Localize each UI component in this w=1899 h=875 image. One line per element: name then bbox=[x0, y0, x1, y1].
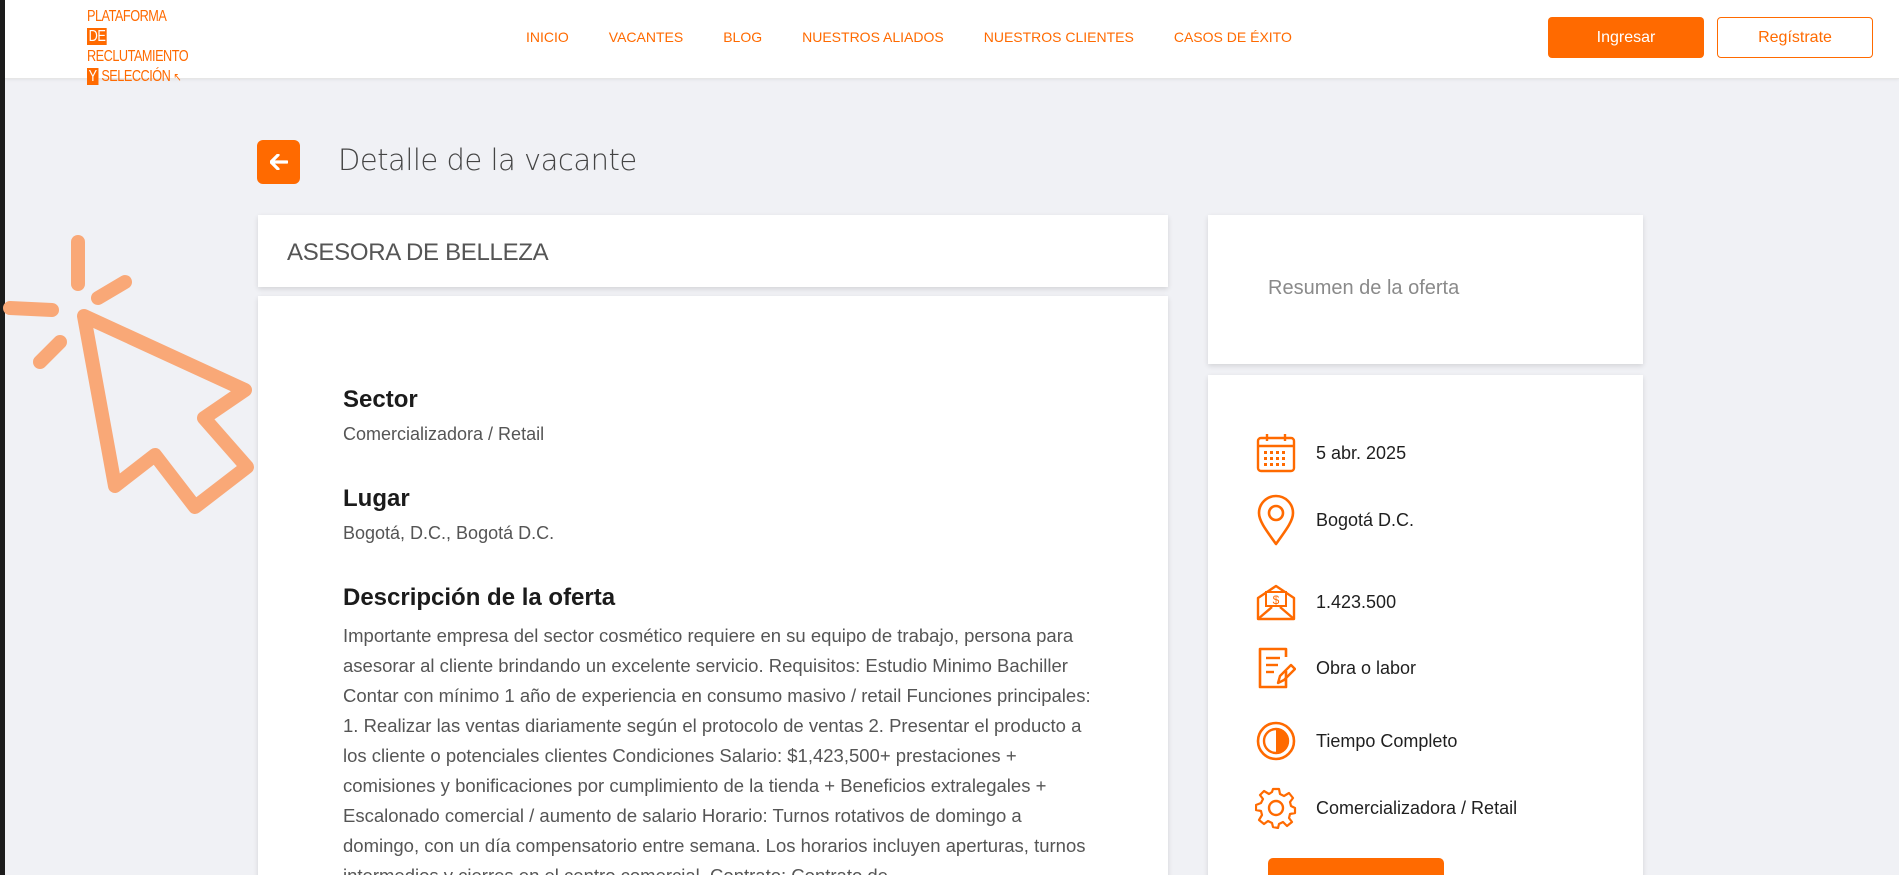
job-description: Importante empresa del sector cosmético … bbox=[343, 625, 1091, 875]
summary-card: Resumen de la oferta bbox=[1208, 215, 1643, 364]
svg-text:$: $ bbox=[1273, 593, 1280, 607]
location-value: Bogotá, D.C., Bogotá D.C. bbox=[343, 523, 555, 543]
logo-line-3-highlight: Y bbox=[87, 68, 99, 85]
logo-line-1-highlight: DE bbox=[87, 28, 107, 45]
click-cursor-icon bbox=[3, 235, 254, 514]
job-detail-card: Sector Comercializadora / Retail Lugar B… bbox=[258, 296, 1168, 875]
gear-icon bbox=[1254, 783, 1298, 833]
nav-nuestros-aliados[interactable]: NUESTROS ALIADOS bbox=[802, 29, 944, 45]
job-info-card: 5 abr. 2025 Bogotá D.C. $ 1.423.500 Obra… bbox=[1208, 375, 1643, 875]
info-salary: 1.423.500 bbox=[1316, 591, 1397, 612]
sector-heading: Sector bbox=[343, 386, 418, 413]
calendar-icon bbox=[1254, 428, 1298, 478]
summary-title: Resumen de la oferta bbox=[1268, 277, 1460, 299]
location-heading: Lugar bbox=[343, 485, 410, 512]
info-contract-type: Obra o labor bbox=[1316, 657, 1417, 678]
info-location: Bogotá D.C. bbox=[1316, 509, 1415, 530]
info-row-contract: Obra o labor bbox=[1254, 643, 1416, 693]
description-heading: Descripción de la oferta bbox=[343, 584, 616, 611]
contract-document-icon bbox=[1254, 643, 1298, 693]
logo-line-1: PLATAFORMA bbox=[87, 8, 166, 25]
apply-button[interactable] bbox=[1268, 858, 1444, 875]
main-nav: INICIO VACANTES BLOG NUESTROS ALIADOS NU… bbox=[526, 29, 1332, 45]
back-button[interactable] bbox=[257, 140, 300, 184]
info-row-sector: Comercializadora / Retail bbox=[1254, 783, 1517, 833]
logo-cursor-icon: ↖ bbox=[173, 70, 182, 84]
logo-line-3: SELECCIÓN bbox=[101, 68, 171, 85]
info-date: 5 abr. 2025 bbox=[1316, 442, 1407, 463]
half-circle-icon bbox=[1254, 716, 1298, 766]
register-button[interactable]: Regístrate bbox=[1717, 17, 1873, 58]
sector-value: Comercializadora / Retail bbox=[343, 424, 545, 444]
nav-nuestros-clientes[interactable]: NUESTROS CLIENTES bbox=[984, 29, 1134, 45]
nav-vacantes[interactable]: VACANTES bbox=[609, 29, 683, 45]
arrow-left-icon bbox=[269, 154, 288, 170]
logo-line-2: RECLUTAMIENTO bbox=[87, 48, 189, 65]
money-envelope-icon: $ bbox=[1254, 577, 1298, 627]
site-logo[interactable]: PLATAFORMA DE RECLUTAMIENTO Y SELECCIÓN … bbox=[87, 7, 189, 85]
site-header: PLATAFORMA DE RECLUTAMIENTO Y SELECCIÓN … bbox=[5, 0, 1899, 85]
info-row-schedule: Tiempo Completo bbox=[1254, 716, 1457, 766]
location-pin-icon bbox=[1254, 494, 1298, 546]
nav-inicio[interactable]: INICIO bbox=[526, 29, 569, 45]
job-title: ASESORA DE BELLEZA bbox=[287, 239, 549, 266]
info-row-date: 5 abr. 2025 bbox=[1254, 428, 1406, 478]
job-title-card: ASESORA DE BELLEZA bbox=[258, 215, 1168, 287]
info-row-location: Bogotá D.C. bbox=[1254, 494, 1415, 546]
nav-casos-de-exito[interactable]: CASOS DE ÉXITO bbox=[1174, 29, 1292, 45]
info-row-salary: $ 1.423.500 bbox=[1254, 577, 1396, 627]
info-schedule: Tiempo Completo bbox=[1316, 730, 1458, 751]
login-button[interactable]: Ingresar bbox=[1548, 17, 1704, 58]
nav-blog[interactable]: BLOG bbox=[723, 29, 762, 45]
page-title: Detalle de la vacante bbox=[338, 143, 637, 177]
info-sector: Comercializadora / Retail bbox=[1316, 797, 1518, 818]
